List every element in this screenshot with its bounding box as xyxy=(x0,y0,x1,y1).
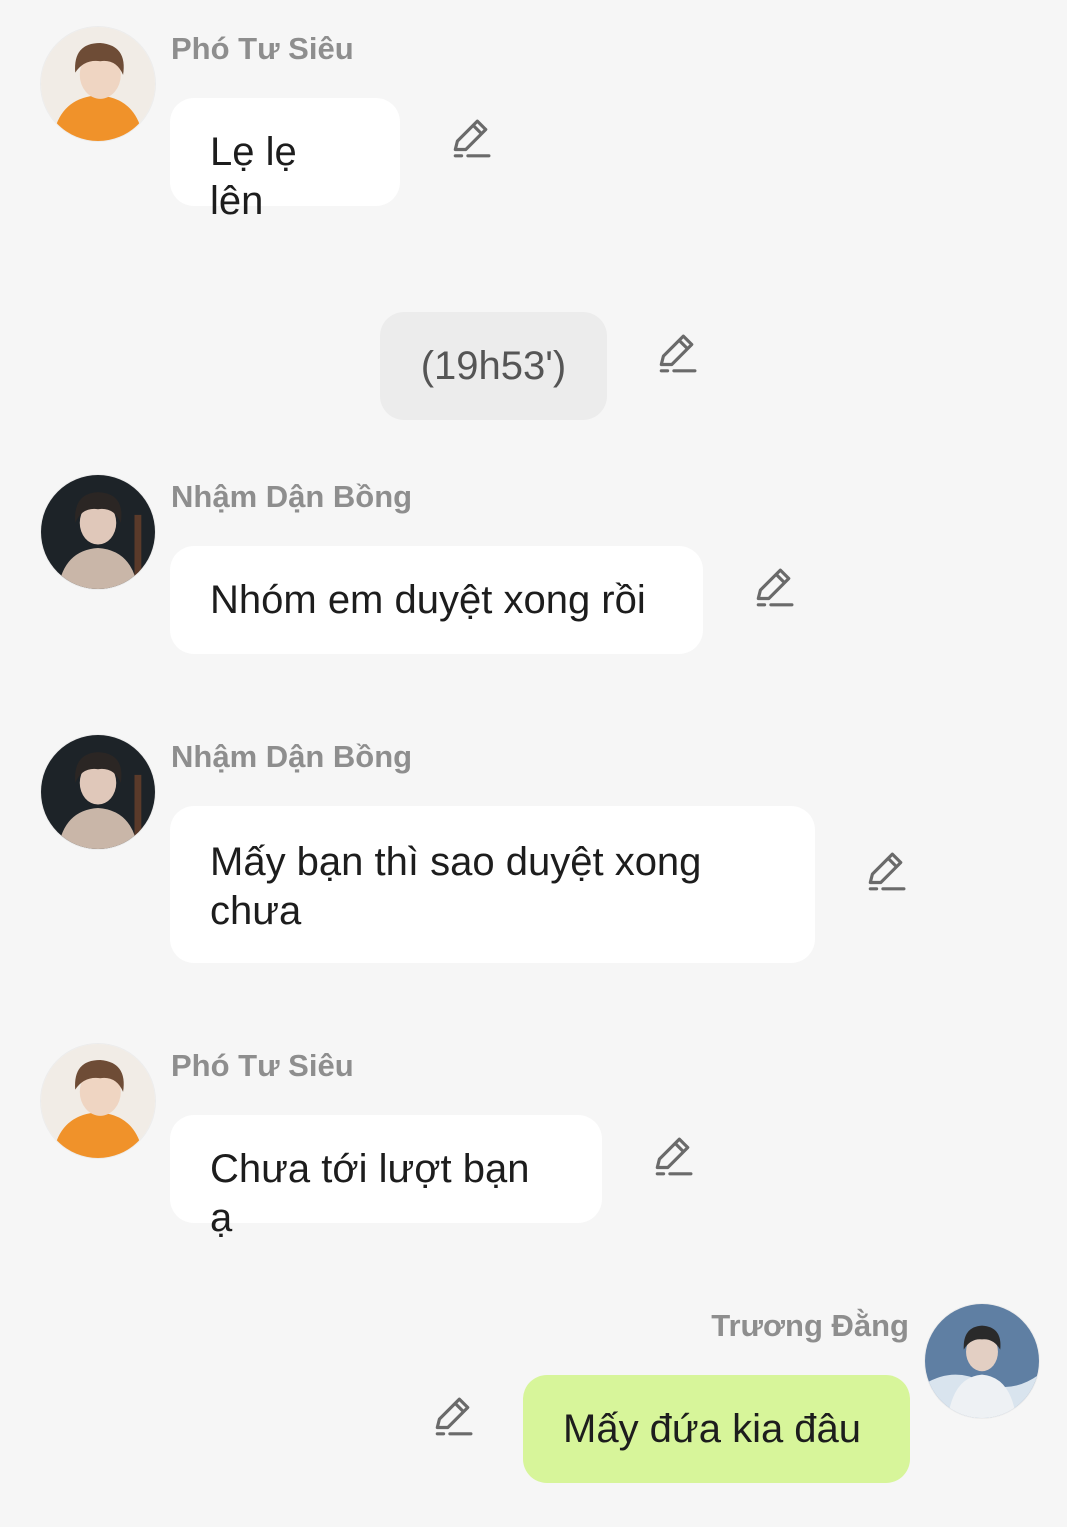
sender-name: Nhậm Dận Bồng xyxy=(171,739,413,774)
sender-avatar[interactable] xyxy=(41,735,155,849)
sender-name: Phó Tư Siêu xyxy=(171,1048,354,1083)
message-text: Mấy bạn thì sao duyệt xong chưa xyxy=(210,840,702,933)
message-bubble[interactable]: Mấy đứa kia đâu xyxy=(523,1375,910,1483)
edit-pencil-icon[interactable] xyxy=(449,118,491,160)
message-text: Lẹ lẹ lên xyxy=(210,130,297,223)
timestamp-bubble: (19h53') xyxy=(380,312,607,420)
sender-avatar[interactable] xyxy=(41,27,155,141)
message-text: Nhóm em duyệt xong rồi xyxy=(210,578,646,622)
sender-avatar[interactable] xyxy=(925,1304,1039,1418)
timestamp-text: (19h53') xyxy=(420,344,567,388)
edit-pencil-icon[interactable] xyxy=(864,851,906,893)
sender-avatar[interactable] xyxy=(41,1044,155,1158)
edit-pencil-icon[interactable] xyxy=(431,1396,473,1438)
sender-avatar[interactable] xyxy=(41,475,155,589)
message-text: Chưa tới lượt bạn ạ xyxy=(210,1147,530,1240)
edit-pencil-icon[interactable] xyxy=(752,567,794,609)
sender-name: Nhậm Dận Bồng xyxy=(171,479,413,514)
message-text: Mấy đứa kia đâu xyxy=(563,1407,862,1451)
message-bubble[interactable]: Lẹ lẹ lên xyxy=(170,98,400,223)
edit-pencil-icon[interactable] xyxy=(651,1136,693,1178)
message-bubble[interactable]: Nhóm em duyệt xong rồi xyxy=(170,546,703,654)
message-bubble[interactable]: Chưa tới lượt bạn ạ xyxy=(170,1115,602,1240)
message-bubble[interactable]: Mấy bạn thì sao duyệt xong chưa xyxy=(170,806,815,963)
sender-name: Trương Đằng xyxy=(711,1308,909,1343)
edit-pencil-icon[interactable] xyxy=(655,333,697,375)
sender-name: Phó Tư Siêu xyxy=(171,31,354,66)
